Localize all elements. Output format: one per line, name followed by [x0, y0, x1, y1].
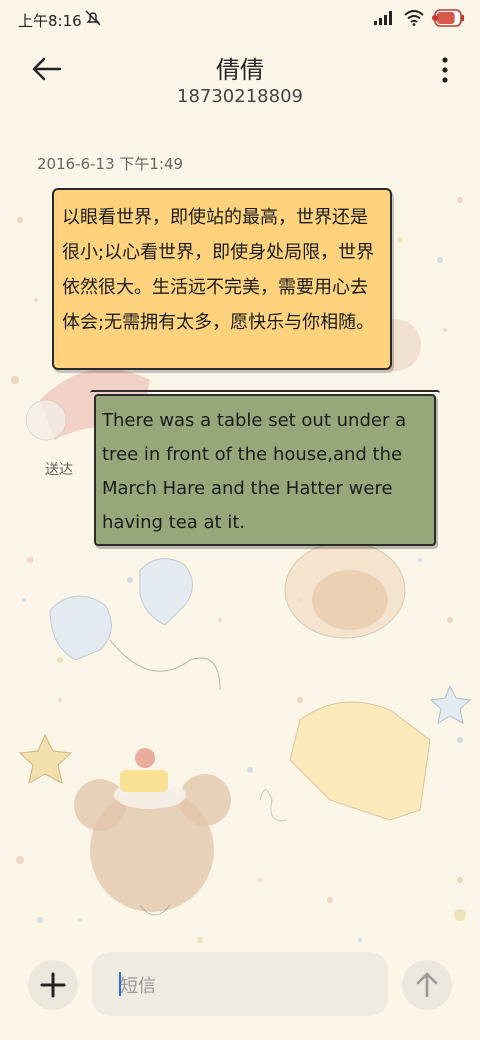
bubble-decoration	[90, 390, 440, 398]
message-timestamp: 2016-6-13 下午1:49	[37, 155, 184, 173]
conversation-header: 倩倩 18730218809	[0, 40, 480, 120]
signal-icon	[374, 11, 392, 25]
more-vertical-icon[interactable]	[440, 56, 450, 84]
message-input-placeholder: 短信	[120, 976, 156, 997]
battery-icon	[432, 9, 464, 27]
plus-icon	[40, 972, 66, 998]
message-composer: 短信	[0, 950, 480, 1020]
status-bar: 上午8:16	[0, 0, 480, 40]
delivery-status: 送达	[45, 462, 73, 478]
arrow-up-icon	[416, 972, 438, 998]
message-bubble-received[interactable]: 以眼看世界，即使站的最高，世界还是很小;以心看世界，即使身处局限，世界依然很大。…	[52, 188, 392, 370]
message-bubble-sent[interactable]: There was a table set out under a tree i…	[94, 394, 436, 546]
contact-number: 18730218809	[177, 86, 303, 107]
status-time: 上午8:16	[18, 12, 82, 30]
add-attachment-button[interactable]	[28, 960, 78, 1010]
bell-off-icon	[85, 10, 101, 26]
contact-name: 倩倩	[216, 56, 264, 84]
message-input[interactable]: 短信	[92, 952, 388, 1016]
send-button[interactable]	[402, 960, 452, 1010]
wifi-icon	[404, 10, 424, 26]
